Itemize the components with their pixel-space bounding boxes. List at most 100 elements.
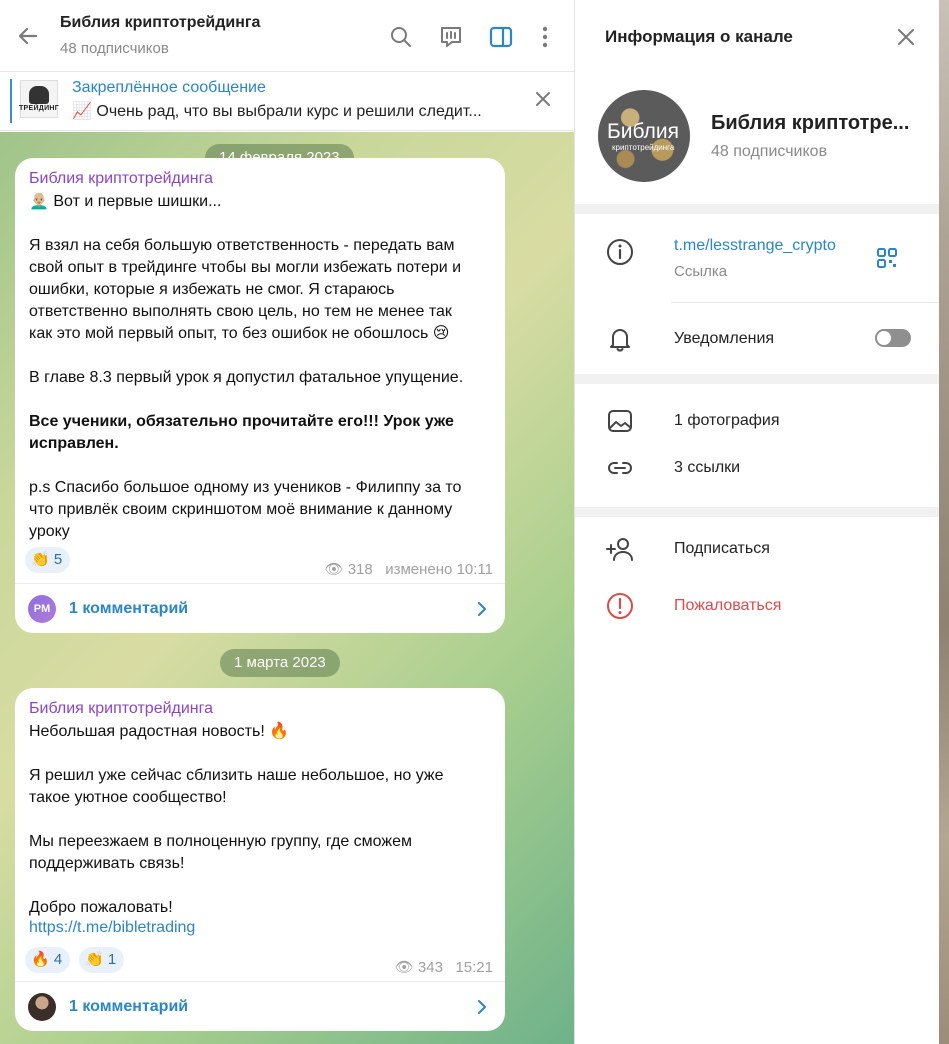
- pinned-title: Закреплённое сообщение: [72, 79, 266, 96]
- subscribe-button[interactable]: Подписаться: [674, 540, 770, 558]
- view-count: 318: [347, 561, 373, 578]
- message-author[interactable]: Библия криптотрейдинга: [29, 170, 213, 188]
- comments-link[interactable]: 1 комментарий: [69, 600, 188, 618]
- chat-header: Библия криптотрейдинга 48 подписчиков: [0, 0, 574, 72]
- message-line: ответственно выполнять свою цель, но тем…: [29, 303, 452, 320]
- report-warning-icon: [607, 593, 633, 619]
- photo-icon: [608, 410, 632, 432]
- close-pinned-icon[interactable]: [532, 88, 554, 110]
- message-bubble: Библия криптотрейдинга Небольшая радостн…: [15, 688, 505, 1031]
- link-icon: [608, 462, 632, 474]
- pinned-thumb-text: ТРЕЙДИНГ: [18, 105, 60, 112]
- reaction-count: 1: [107, 951, 117, 968]
- view-count: 343: [417, 959, 443, 976]
- message-text: Небольшая радостная новость! 🔥 Я решил уж…: [29, 721, 495, 919]
- chevron-right-icon[interactable]: [473, 600, 491, 618]
- message-line: ошибки, которые я избежать не смог. Я ст…: [29, 281, 395, 298]
- comments-icon[interactable]: [438, 24, 464, 50]
- background-window-edge: [939, 0, 949, 1044]
- photos-link[interactable]: 1 фотография: [674, 412, 780, 430]
- chat-subscribers: 48 подписчиков: [60, 40, 169, 57]
- pinned-thumbnail: ТРЕЙДИНГ: [18, 80, 60, 118]
- row-divider: [671, 302, 939, 303]
- pinned-text: 📈 Очень рад, что вы выбрали курс и решил…: [72, 103, 482, 120]
- message-line: [29, 809, 495, 831]
- views-eye-icon: 👁: [324, 561, 344, 578]
- notifications-toggle[interactable]: [875, 329, 911, 347]
- clap-emoji-icon: 👏: [31, 551, 50, 568]
- close-panel-icon[interactable]: [895, 26, 917, 48]
- info-icon: [607, 239, 633, 265]
- bubble-divider: [15, 981, 505, 982]
- chat-column: Библия криптотрейдинга 48 подписчиков ТР…: [0, 0, 574, 1044]
- links-link[interactable]: 3 ссылки: [674, 459, 740, 477]
- channel-info-panel: Информация о канале Библия криптотрейдин…: [575, 0, 939, 1044]
- message-line: Я взял на себя большую ответственность -…: [29, 237, 455, 254]
- message-meta: 👁 318 изменено 10:11: [324, 560, 493, 578]
- bell-icon: [610, 329, 630, 352]
- reaction-count: 5: [53, 551, 63, 568]
- message-line: уроку: [29, 523, 70, 540]
- channel-link-caption: Ссылка: [674, 263, 728, 280]
- channel-name: Библия криптотре...: [711, 112, 910, 134]
- commenter-avatar: [28, 993, 56, 1021]
- message-line: как это мой первый опыт, то без ошибок н…: [29, 325, 450, 342]
- chevron-right-icon[interactable]: [473, 998, 491, 1016]
- reaction-fire[interactable]: 🔥 4: [25, 947, 71, 973]
- views-eye-icon: 👁: [394, 959, 414, 976]
- message-line: 👨🏼‍🦲 Вот и первые шишки...: [29, 193, 222, 210]
- section-gap: [575, 374, 939, 384]
- avatar-subtitle: криптотрейдинга: [612, 143, 675, 152]
- message-line: [29, 743, 495, 765]
- message-line: Все ученики, обязательно прочитайте его!…: [29, 413, 454, 430]
- section-gap: [575, 507, 939, 517]
- channel-avatar[interactable]: Библия криптотрейдинга: [598, 90, 690, 182]
- avatar-title: Библия: [607, 120, 679, 143]
- message-line: [29, 213, 495, 235]
- message-line: что привлёк своим скриншотом моё внимани…: [29, 501, 453, 518]
- channel-link[interactable]: t.me/lesstrange_crypto: [674, 237, 836, 255]
- chat-title[interactable]: Библия криптотрейдинга: [60, 14, 260, 32]
- message-line: Мы переезжаем в полноценную группу, где …: [29, 833, 412, 850]
- add-user-icon: [606, 538, 633, 561]
- qr-code-icon[interactable]: [875, 246, 899, 270]
- comments-link[interactable]: 1 комментарий: [69, 998, 188, 1016]
- message-line: [29, 389, 495, 411]
- dog-logo-icon: [29, 86, 49, 104]
- message-line: Я решил уже сейчас сблизить наше небольш…: [29, 767, 444, 784]
- pinned-indicator: [10, 79, 12, 123]
- reaction-clap[interactable]: 👏 5: [25, 547, 71, 573]
- message-author[interactable]: Библия криптотрейдинга: [29, 700, 213, 718]
- more-menu-icon[interactable]: [532, 24, 558, 50]
- search-icon[interactable]: [388, 24, 414, 50]
- message-line: Небольшая радостная новость! 🔥: [29, 723, 290, 740]
- reaction-count: 4: [53, 951, 63, 968]
- message-line: [29, 875, 495, 897]
- panel-title: Информация о канале: [605, 27, 793, 46]
- report-button[interactable]: Пожаловаться: [674, 597, 781, 615]
- message-line: свой опыт в трейдинге чтобы вы могли изб…: [29, 259, 462, 276]
- message-link[interactable]: https://t.me/bibletrading: [29, 919, 195, 937]
- notifications-label: Уведомления: [674, 330, 775, 347]
- message-line: [29, 455, 495, 477]
- message-line: поддерживать связь!: [29, 855, 185, 872]
- section-gap: [575, 204, 939, 214]
- message-text: 👨🏼‍🦲 Вот и первые шишки... Я взял на себя…: [29, 191, 495, 543]
- message-line: такое уютное сообщество!: [29, 789, 227, 806]
- fire-emoji-icon: 🔥: [31, 951, 50, 968]
- date-separator: 1 марта 2023: [220, 649, 340, 677]
- message-meta: 👁 343 15:21: [395, 958, 493, 976]
- pinned-message[interactable]: ТРЕЙДИНГ Закреплённое сообщение 📈 Очень …: [0, 73, 574, 131]
- back-arrow-icon[interactable]: [14, 22, 42, 50]
- sidebar-toggle-icon[interactable]: [488, 24, 514, 50]
- clap-emoji-icon: 👏: [85, 951, 104, 968]
- reaction-clap[interactable]: 👏 1: [79, 947, 125, 973]
- channel-subscribers: 48 подписчиков: [711, 143, 828, 160]
- message-line: [29, 345, 495, 367]
- message-time: 15:21: [455, 959, 493, 976]
- message-time: изменено 10:11: [385, 561, 493, 578]
- message-line: В главе 8.3 первый урок я допустил фатал…: [29, 369, 464, 386]
- commenter-avatar: PM: [28, 595, 56, 623]
- message-bubble: Библия криптотрейдинга 👨🏼‍🦲 Вот и первые…: [15, 158, 505, 633]
- toggle-knob: [877, 331, 891, 345]
